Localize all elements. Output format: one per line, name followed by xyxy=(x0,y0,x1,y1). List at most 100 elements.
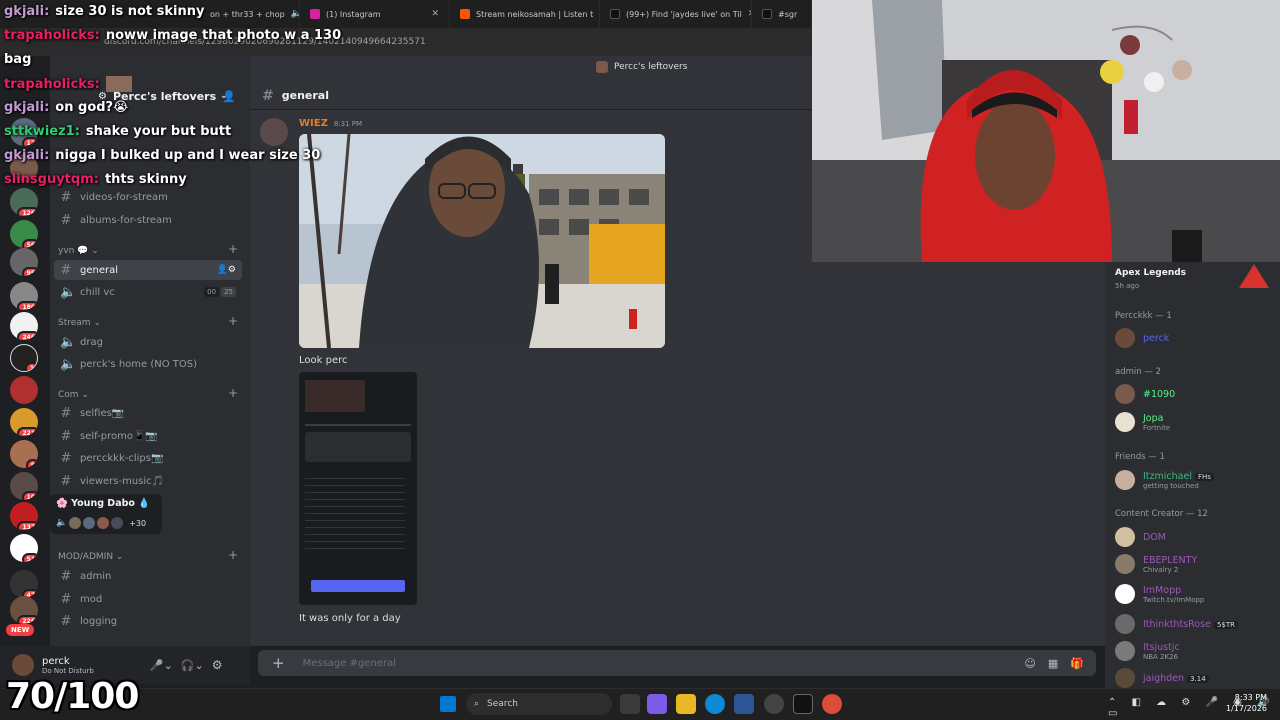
avatar[interactable] xyxy=(260,118,288,146)
edge-icon[interactable] xyxy=(705,694,725,714)
add-channel-icon[interactable]: + xyxy=(228,548,238,562)
tiktok-icon[interactable] xyxy=(793,694,813,714)
member-row[interactable]: IthinkthtsRose 5$TR xyxy=(1115,614,1238,634)
image-attachment[interactable] xyxy=(299,134,665,348)
member-name: ImMopp xyxy=(1143,584,1182,596)
category-mod-admin[interactable]: MOD/ADMIN ⌄ xyxy=(58,552,123,562)
gear-icon[interactable]: ⚙ xyxy=(212,658,223,672)
member-name: Itsjustjc xyxy=(1143,641,1180,653)
member-row[interactable]: DOM xyxy=(1115,527,1166,547)
member-row[interactable]: ImMopp Twitch.tv/ImMopp xyxy=(1115,584,1204,604)
server-icon[interactable]: 126 xyxy=(10,188,38,216)
server-icon[interactable] xyxy=(10,376,38,404)
channel-label: videos-for-stream xyxy=(80,191,168,203)
voice-activity-card[interactable]: 🌸 Young Dabo 💧 🔈 +30 xyxy=(50,494,162,534)
browser-tab[interactable]: Stream neikosamah | Listen t ✕ xyxy=(450,0,600,28)
plus-icon[interactable]: + xyxy=(272,654,285,672)
close-icon[interactable]: ✕ xyxy=(431,9,439,19)
message-composer[interactable]: + Message #general ☺ ▦ 🎁 xyxy=(258,650,1096,676)
category-com[interactable]: Com ⌄ xyxy=(58,390,89,400)
channel-albums-for-stream[interactable]: # albums-for-stream xyxy=(54,210,242,230)
channel-label: selfies📷 xyxy=(80,407,125,419)
server-icon[interactable]: 246 xyxy=(10,312,38,340)
category-stream[interactable]: Stream ⌄ xyxy=(58,318,101,328)
server-icon[interactable]: 1 xyxy=(10,344,38,372)
server-icon[interactable]: 180 xyxy=(10,282,38,310)
gift-icon[interactable]: 🎁 xyxy=(1070,657,1084,670)
channel-drag[interactable]: 🔈 drag xyxy=(54,332,242,352)
channel-percckkk-clips[interactable]: # percckkk-clips📷 xyxy=(54,448,242,468)
member-row[interactable]: Itzmichael FHs getting touched xyxy=(1115,470,1214,490)
embed-button xyxy=(311,580,405,592)
member-row[interactable]: #1090 xyxy=(1115,384,1175,404)
member-row[interactable]: Jopa Fortnite xyxy=(1115,412,1170,432)
emoji-icon[interactable]: ☺ xyxy=(1024,657,1035,670)
server-icon[interactable]: 9 xyxy=(10,440,38,468)
file-explorer-icon[interactable] xyxy=(676,694,696,714)
mute-icon[interactable]: 🔈 xyxy=(291,9,299,19)
member-row[interactable]: EBEPLENTY Chivalry 2 xyxy=(1115,554,1197,574)
add-member-icon[interactable]: 👤 xyxy=(222,90,236,103)
category-yvn[interactable]: yvn 💬 ⌄ xyxy=(58,246,99,256)
channel-label: general xyxy=(80,264,119,276)
taskbar xyxy=(0,688,1280,720)
channel-videos-for-stream[interactable]: # videos-for-stream xyxy=(54,187,242,207)
channel-admin[interactable]: # admin xyxy=(54,566,242,586)
category-label: Stream xyxy=(58,318,91,328)
chat-user: sttkwiez1: xyxy=(4,124,80,139)
server-icon[interactable]: 56 xyxy=(10,220,38,248)
member-row[interactable]: perck xyxy=(1115,328,1169,348)
browser-tab[interactable]: #sgr xyxy=(752,0,812,28)
channel-general[interactable]: # general 👤⚙ xyxy=(54,260,242,280)
new-badge: NEW xyxy=(6,624,35,636)
headphones-icon[interactable]: 🎧⌄ xyxy=(181,659,204,672)
channel-self-promo[interactable]: # self-promo📱📷 xyxy=(54,426,242,446)
avatar xyxy=(69,517,82,529)
store-icon[interactable] xyxy=(734,694,754,714)
channel-label: albums-for-stream xyxy=(80,214,172,226)
settings-icon[interactable]: 👤⚙ xyxy=(217,265,236,275)
member-row[interactable]: Itsjustjc NBA 2K26 xyxy=(1115,641,1180,661)
add-channel-icon[interactable]: + xyxy=(228,242,238,256)
chat-text: bag xyxy=(4,52,32,67)
speaker-icon: 🔈 xyxy=(56,518,68,528)
channel-chill-vc[interactable]: 🔈 chill vc 00 25 xyxy=(54,282,242,302)
task-view-icon[interactable] xyxy=(620,694,640,714)
message-author[interactable]: WIEZ xyxy=(299,118,328,129)
channel-viewers-music[interactable]: # viewers-music🎵 xyxy=(54,471,242,491)
channel-selfies[interactable]: # selfies📷 xyxy=(54,403,242,423)
server-icon[interactable]: 51 xyxy=(10,534,38,562)
server-icon[interactable]: 221 xyxy=(10,408,38,436)
message-text: Look perc xyxy=(299,355,348,366)
channel-logging[interactable]: # logging xyxy=(54,611,242,631)
server-icon[interactable]: 47 xyxy=(10,570,38,598)
channel-percks-home[interactable]: 🔈 perck's home (NO TOS) xyxy=(54,354,242,374)
windows-start-icon[interactable] xyxy=(440,696,456,712)
obs-icon[interactable] xyxy=(764,694,784,714)
avatar[interactable] xyxy=(12,654,34,676)
stream-chat-line: sttkwiez1: shake your but butt xyxy=(4,124,231,139)
copilot-icon[interactable] xyxy=(647,694,667,714)
server-icon[interactable]: 226 xyxy=(10,596,38,624)
screenshot-attachment[interactable] xyxy=(299,372,417,605)
server-icon[interactable]: 10 xyxy=(10,472,38,500)
member-row[interactable]: jaighden 3.14 xyxy=(1115,668,1209,688)
channel-mod[interactable]: # mod xyxy=(54,589,242,609)
server-icon[interactable]: 95 xyxy=(10,248,38,276)
clock[interactable]: 8:33 PM 1/17/2026 xyxy=(1226,692,1267,714)
member-tag: 3.14 xyxy=(1187,674,1209,683)
member-activity: NBA 2K26 xyxy=(1143,652,1179,661)
microphone-icon[interactable]: 🎤⌄ xyxy=(150,659,173,672)
tab-label: Stream neikosamah | Listen t xyxy=(476,9,594,19)
chrome-icon[interactable] xyxy=(822,694,842,714)
taskbar-search[interactable]: ⌕ Search xyxy=(466,693,612,715)
add-channel-icon[interactable]: + xyxy=(228,386,238,400)
tab-label: (1) Instagram xyxy=(326,9,381,19)
apps-icon[interactable]: ▦ xyxy=(1048,657,1058,670)
instagram-icon xyxy=(310,9,320,19)
browser-tab[interactable]: (99+) Find 'jaydes live' on Til ✕ xyxy=(600,0,752,28)
unread-badge: 95 xyxy=(21,267,38,276)
add-channel-icon[interactable]: + xyxy=(228,314,238,328)
server-icon[interactable]: 137 xyxy=(10,502,38,530)
browser-tab[interactable]: (1) Instagram ✕ xyxy=(300,0,450,28)
